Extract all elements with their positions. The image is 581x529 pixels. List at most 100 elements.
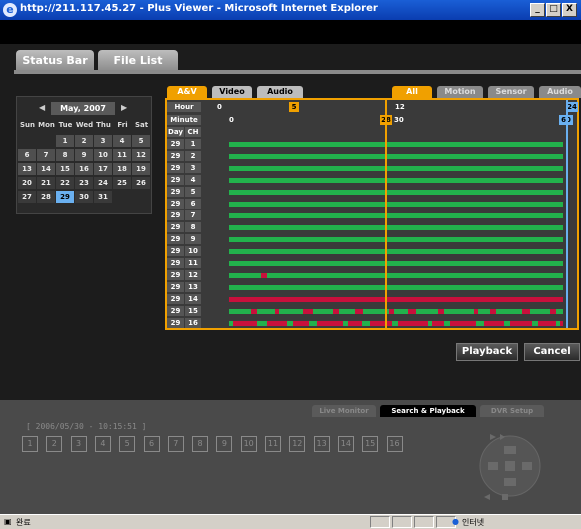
calendar-day[interactable]: 23 <box>75 177 93 189</box>
tab-status-bar[interactable]: Status Bar <box>16 50 94 72</box>
channel-row[interactable]: 29 9 <box>167 234 577 245</box>
calendar-day[interactable]: 21 <box>37 177 55 189</box>
calendar-day[interactable]: 26 <box>132 177 150 189</box>
calendar-day[interactable]: 15 <box>56 163 74 175</box>
ptz-up-icon[interactable] <box>504 446 516 454</box>
hour-mark-selected[interactable]: 5 <box>289 102 299 112</box>
channel-row[interactable]: 29 2 <box>167 150 577 162</box>
channel-button-16[interactable]: 16 <box>386 436 403 452</box>
calendar-day[interactable]: 8 <box>56 149 74 161</box>
cancel-button[interactable]: Cancel <box>524 343 580 361</box>
calendar-day[interactable]: 11 <box>113 149 131 161</box>
channel-row[interactable]: 29 6 <box>167 198 577 210</box>
recording-segment <box>476 320 484 326</box>
calendar-day[interactable]: 2 <box>75 135 93 147</box>
calendar-day[interactable]: 31 <box>94 191 112 203</box>
calendar-day[interactable]: 14 <box>37 163 55 175</box>
channel-button-6[interactable]: 6 <box>143 436 160 452</box>
ptz-center-icon[interactable] <box>505 461 515 471</box>
calendar-day[interactable]: 16 <box>75 163 93 175</box>
channel-button-12[interactable]: 12 <box>289 436 306 452</box>
channel-button-7[interactable]: 7 <box>167 436 184 452</box>
ptz-control[interactable] <box>470 428 550 506</box>
channel-row[interactable]: 29 4 <box>167 174 577 186</box>
calendar-day[interactable]: 1 <box>56 135 74 147</box>
channel-row[interactable]: 29 14 <box>167 293 577 305</box>
calendar-day[interactable]: 9 <box>75 149 93 161</box>
maximize-button[interactable]: □ <box>546 3 561 17</box>
tab-video[interactable]: Video <box>212 86 252 98</box>
calendar-day[interactable]: 25 <box>113 177 131 189</box>
channel-row[interactable]: 29 15 <box>167 305 577 317</box>
calendar-day[interactable]: 28 <box>37 191 55 203</box>
stop-icon[interactable] <box>502 494 508 500</box>
calendar-day[interactable]: 5 <box>132 135 150 147</box>
playback-button[interactable]: Playback <box>456 343 518 361</box>
channel-row[interactable]: 29 10 <box>167 246 577 257</box>
channel-row[interactable]: 29 11 <box>167 258 577 269</box>
calendar-day[interactable]: 12 <box>132 149 150 161</box>
rewind-icon[interactable] <box>484 494 490 500</box>
minute-ruler[interactable]: Minute 0 28 30 60 <box>167 115 577 125</box>
channel-row[interactable]: 29 7 <box>167 210 577 221</box>
channel-row[interactable]: 29 1 <box>167 139 577 150</box>
time-cursor[interactable] <box>385 100 387 328</box>
close-button[interactable]: X <box>562 3 577 17</box>
next-month-icon[interactable]: ▶ <box>121 103 127 112</box>
channel-button-15[interactable]: 15 <box>362 436 379 452</box>
play-icon[interactable] <box>490 434 496 440</box>
ptz-down-icon[interactable] <box>504 478 516 486</box>
channel-row[interactable]: 29 8 <box>167 222 577 233</box>
tab-event-audio[interactable]: Audio <box>539 86 581 98</box>
minimize-button[interactable]: _ <box>530 3 545 17</box>
channel-button-8[interactable]: 8 <box>192 436 209 452</box>
calendar-day[interactable]: 22 <box>56 177 74 189</box>
channel-button-11[interactable]: 11 <box>265 436 281 452</box>
calendar-day[interactable]: 30 <box>75 191 93 203</box>
ptz-right-icon[interactable] <box>522 462 532 470</box>
event-segment <box>398 320 428 326</box>
calendar-day[interactable]: 3 <box>94 135 112 147</box>
calendar-day[interactable]: 13 <box>18 163 36 175</box>
channel-button-9[interactable]: 9 <box>216 436 233 452</box>
ptz-left-icon[interactable] <box>488 462 498 470</box>
calendar-day[interactable]: 7 <box>37 149 55 161</box>
channel-row[interactable]: 29 5 <box>167 186 577 198</box>
tab-sensor[interactable]: Sensor <box>488 86 534 98</box>
tab-search-playback[interactable]: Search & Playback <box>380 405 476 417</box>
tab-audio[interactable]: Audio <box>257 86 303 98</box>
channel-button-10[interactable]: 10 <box>240 436 257 452</box>
channel-button-3[interactable]: 3 <box>70 436 87 452</box>
channel-button-1[interactable]: 1 <box>22 436 38 452</box>
channel-button-5[interactable]: 5 <box>119 436 136 452</box>
calendar-day[interactable]: 19 <box>132 163 150 175</box>
tab-live-monitor[interactable]: Live Monitor <box>312 405 376 417</box>
calendar-day-selected[interactable]: 29 <box>56 191 74 203</box>
tab-all[interactable]: All <box>392 86 432 98</box>
tab-motion[interactable]: Motion <box>437 86 483 98</box>
status-text: 완료 <box>16 518 31 527</box>
calendar-day[interactable]: 24 <box>94 177 112 189</box>
timeline-grid[interactable]: Hour 0 5 12 24 Minute 0 28 30 60 Day CH … <box>165 98 579 330</box>
recording-segment <box>229 225 563 231</box>
calendar-day[interactable]: 18 <box>113 163 131 175</box>
channel-row[interactable]: 29 16 <box>167 317 577 329</box>
channel-button-13[interactable]: 13 <box>313 436 330 452</box>
prev-month-icon[interactable]: ◀ <box>39 103 45 112</box>
calendar-day[interactable]: 4 <box>113 135 131 147</box>
channel-row[interactable]: 29 3 <box>167 162 577 174</box>
tab-file-list[interactable]: File List <box>98 50 178 72</box>
calendar-day[interactable]: 17 <box>94 163 112 175</box>
calendar-day[interactable]: 10 <box>94 149 112 161</box>
channel-button-14[interactable]: 14 <box>337 436 354 452</box>
tab-dvr-setup[interactable]: DVR Setup <box>480 405 544 417</box>
hour-ruler[interactable]: Hour 0 5 12 24 <box>167 102 578 112</box>
calendar-day[interactable]: 6 <box>18 149 36 161</box>
tab-av[interactable]: A&V <box>167 86 207 98</box>
calendar-day[interactable]: 20 <box>18 177 36 189</box>
calendar-day[interactable]: 27 <box>18 191 36 203</box>
channel-row[interactable]: 29 12 <box>167 269 577 281</box>
channel-row[interactable]: 29 13 <box>167 281 577 293</box>
channel-button-2[interactable]: 2 <box>46 436 63 452</box>
channel-button-4[interactable]: 4 <box>94 436 111 452</box>
